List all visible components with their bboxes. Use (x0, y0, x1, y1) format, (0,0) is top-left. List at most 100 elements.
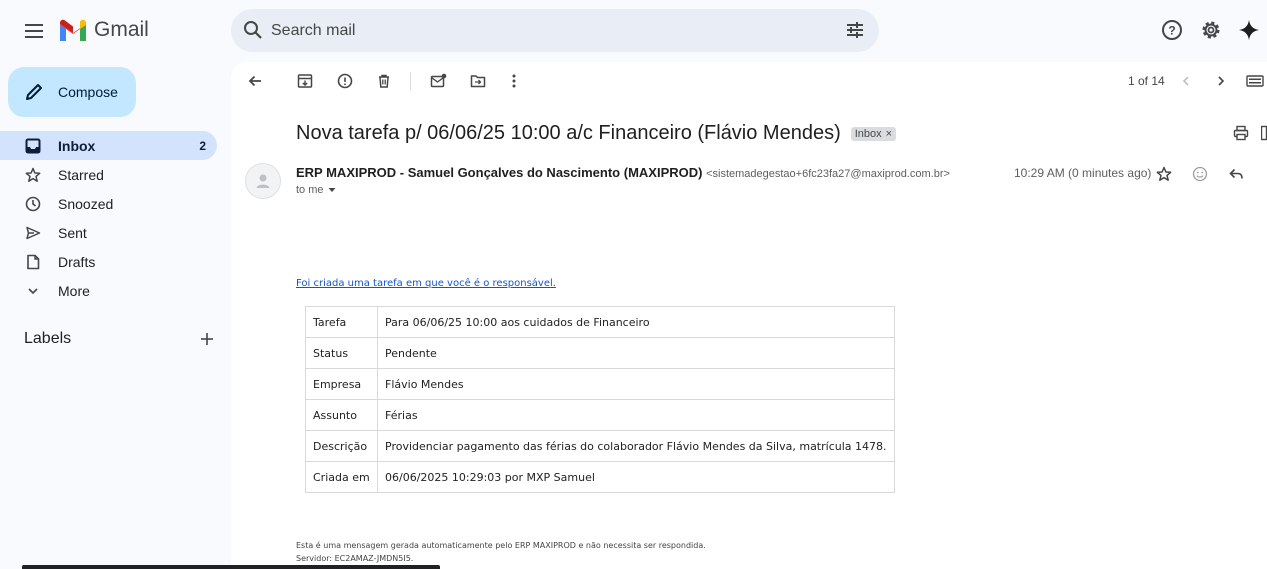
open-new-window-icon[interactable] (1261, 125, 1267, 141)
labels-heading: Labels (24, 330, 72, 347)
svg-text:?: ? (1168, 24, 1175, 38)
remove-label-icon[interactable]: × (886, 128, 892, 140)
newer-button[interactable] (1176, 71, 1196, 91)
gmail-logo-text: Gmail (94, 18, 149, 41)
sender-name[interactable]: ERP MAXIPROD - Samuel Gonçalves do Nasci… (296, 165, 702, 180)
mark-unread-button[interactable] (428, 71, 448, 91)
dropdown-arrow-icon (328, 188, 336, 192)
sidebar-item-label: Drafts (58, 253, 96, 270)
table-row: Criada em 06/06/2025 10:29:03 por MXP Sa… (305, 461, 895, 493)
arrow-back-icon (248, 75, 261, 87)
table-value-cell: Pendente (377, 337, 895, 369)
table-key-cell: Status (305, 337, 378, 369)
draft-icon (25, 254, 41, 270)
help-icon[interactable]: ? (1161, 19, 1183, 41)
archive-icon (297, 74, 313, 88)
email-subject: Nova tarefa p/ 06/06/25 10:00 a/c Financ… (296, 122, 841, 144)
emoji-icon (1192, 166, 1208, 182)
top-bar: Gmail ? (0, 0, 1267, 62)
search-input[interactable] (271, 17, 831, 45)
table-row: Empresa Flávio Mendes (305, 368, 895, 400)
star-message-button[interactable] (1155, 165, 1173, 183)
table-value-cell: Flávio Mendes (377, 368, 895, 400)
recipient-text: to me (296, 184, 324, 196)
gemini-sparkle-icon[interactable] (1238, 19, 1260, 41)
table-row: Assunto Férias (305, 399, 895, 431)
table-key-cell: Descrição (305, 430, 378, 462)
sidebar: Compose Inbox 2 Starred Snoozed Sent Dra… (0, 62, 231, 569)
sidebar-item-label: Starred (58, 166, 104, 183)
table-value-cell: 06/06/2025 10:29:03 por MXP Samuel (377, 461, 895, 493)
mark-unread-icon (430, 73, 446, 88)
pencil-icon (26, 84, 42, 100)
back-button[interactable] (245, 71, 265, 91)
sidebar-item-drafts[interactable]: Drafts (0, 247, 217, 276)
keyboard-icon (1246, 75, 1264, 87)
input-tools-button[interactable] (1245, 71, 1265, 91)
email-subject-row: Nova tarefa p/ 06/06/25 10:00 a/c Financ… (296, 122, 897, 145)
add-reaction-button[interactable] (1191, 165, 1209, 183)
clock-icon (25, 196, 41, 212)
more-options-button[interactable] (504, 71, 524, 91)
task-details-table: Tarefa Para 06/06/25 10:00 aos cuidados … (305, 306, 895, 493)
message-view: 1 of 14 Nova tarefa p/ 06/06/25 10:00 a/… (231, 62, 1267, 569)
gmail-logo[interactable]: Gmail (58, 18, 149, 42)
sidebar-item-label: Snoozed (58, 195, 114, 212)
sidebar-item-snoozed[interactable]: Snoozed (0, 189, 217, 218)
sidebar-item-label: Sent (58, 224, 87, 241)
sidebar-item-sent[interactable]: Sent (0, 218, 217, 247)
reply-icon (1229, 168, 1243, 179)
compose-button[interactable]: Compose (8, 67, 136, 117)
print-icon[interactable] (1233, 125, 1249, 141)
sidebar-item-starred[interactable]: Starred (0, 160, 217, 189)
task-notice-link[interactable]: Foi criada uma tarefa em que você é o re… (296, 278, 556, 289)
delete-button[interactable] (374, 71, 394, 91)
toolbar-divider (410, 72, 411, 90)
star-icon (25, 167, 41, 183)
more-vertical-icon (512, 74, 516, 88)
footer-server: Servidor: EC2AMAZ-JMDN5I5. (296, 554, 414, 563)
report-spam-button[interactable] (335, 71, 355, 91)
search-icon[interactable] (243, 20, 263, 40)
sidebar-nav: Inbox 2 Starred Snoozed Sent Drafts More (0, 131, 217, 305)
settings-gear-icon[interactable] (1200, 19, 1222, 41)
recipient-details-toggle[interactable]: to me (296, 184, 336, 196)
older-button[interactable] (1211, 71, 1231, 91)
table-key-cell: Empresa (305, 368, 378, 400)
footer-notice: Esta é uma mensagem gerada automaticamen… (296, 541, 706, 550)
table-row: Tarefa Para 06/06/25 10:00 aos cuidados … (305, 306, 895, 338)
chevron-left-icon (1182, 76, 1189, 86)
unread-count-badge: 2 (199, 138, 206, 153)
chevron-down-icon (25, 283, 41, 299)
star-icon (1156, 166, 1172, 181)
table-key-cell: Assunto (305, 399, 378, 431)
table-value-cell: Providenciar pagamento das férias do col… (377, 430, 895, 462)
sidebar-item-label: Inbox (58, 137, 96, 154)
table-key-cell: Tarefa (305, 306, 378, 338)
gmail-m-icon (60, 19, 86, 41)
table-value-cell: Para 06/06/25 10:00 aos cuidados de Fina… (377, 306, 895, 338)
send-icon (25, 225, 41, 241)
sender-avatar[interactable] (245, 163, 281, 199)
main-menu-button[interactable] (18, 15, 50, 47)
sidebar-item-more[interactable]: More (0, 276, 217, 305)
hamburger-menu-icon (25, 24, 43, 38)
sender-line: ERP MAXIPROD - Samuel Gonçalves do Nasci… (296, 165, 950, 180)
table-row: Descrição Providenciar pagamento das fér… (305, 430, 895, 462)
inbox-label-chip[interactable]: Inbox × (850, 126, 897, 141)
reply-button[interactable] (1227, 165, 1245, 183)
bottom-scroll-bar (22, 565, 440, 569)
search-options-icon[interactable] (845, 20, 865, 40)
table-row: Status Pendente (305, 337, 895, 369)
label-chip-text: Inbox (854, 127, 882, 140)
move-folder-icon (470, 75, 486, 88)
add-label-plus-icon[interactable] (200, 332, 214, 346)
pagination-text: 1 of 14 (1128, 74, 1165, 88)
inbox-icon (25, 138, 41, 154)
received-time: 10:29 AM (0 minutes ago) (1014, 166, 1152, 180)
table-value-cell: Férias (377, 399, 895, 431)
archive-button[interactable] (295, 71, 315, 91)
move-to-button[interactable] (468, 71, 488, 91)
trash-icon (379, 74, 389, 88)
sidebar-item-inbox[interactable]: Inbox 2 (0, 131, 217, 160)
